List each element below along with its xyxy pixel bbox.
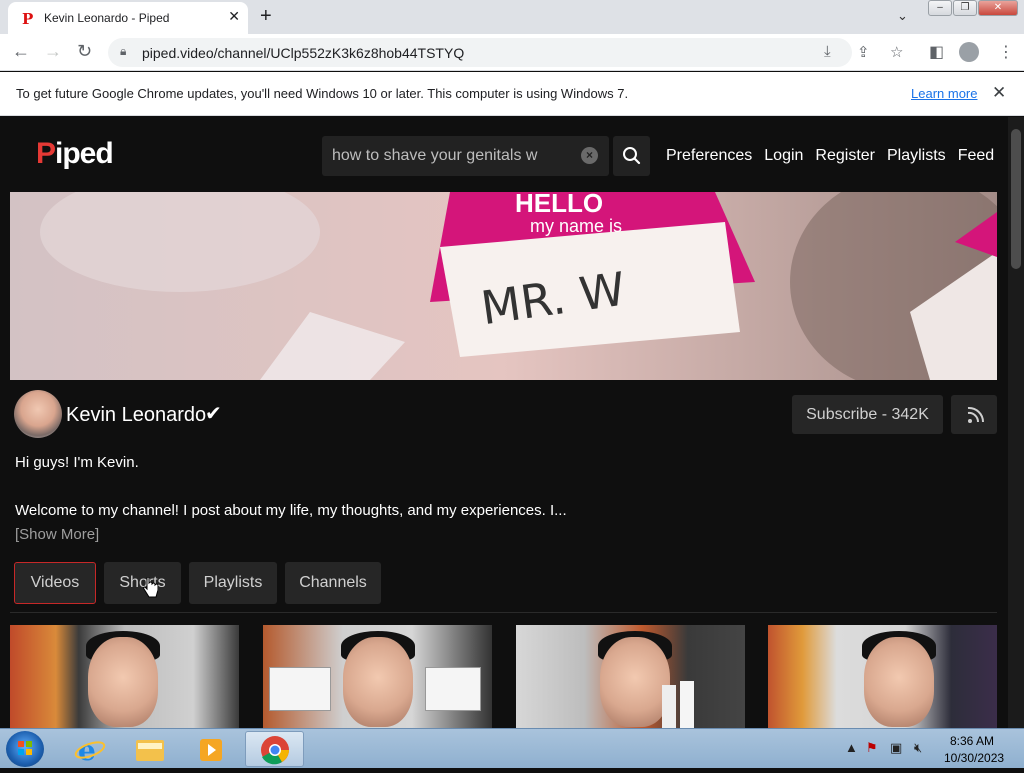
back-arrow-icon[interactable]: ←: [12, 41, 30, 62]
nav-login[interactable]: Login: [764, 147, 803, 165]
clock-date[interactable]: 10/30/2023: [944, 751, 1004, 765]
windows-logo-icon: [18, 741, 32, 755]
bookmark-star-icon[interactable]: ☆: [890, 43, 903, 61]
window-minimize-button[interactable]: –: [928, 0, 952, 16]
address-url[interactable]: piped.video/channel/UClp552zK3k6z8hob44T…: [142, 45, 464, 61]
lock-icon[interactable]: 🔒︎: [120, 44, 126, 59]
search-button[interactable]: [613, 136, 650, 176]
rss-icon: [967, 406, 985, 423]
infobar-message: To get future Google Chrome updates, you…: [16, 86, 629, 101]
search-clear-icon[interactable]: ×: [581, 147, 598, 164]
start-button[interactable]: [6, 731, 44, 767]
folder-icon: [136, 740, 164, 761]
nav-playlists[interactable]: Playlists: [887, 147, 946, 165]
top-nav: Preferences Login Register Playlists Fee…: [666, 147, 994, 165]
channel-avatar[interactable]: [14, 390, 62, 438]
banner-image: HELLO my name is MR. W: [10, 192, 997, 380]
taskbar-file-explorer[interactable]: [122, 731, 178, 767]
network-icon[interactable]: ▣: [890, 740, 902, 756]
infobar-close-icon[interactable]: ✕: [992, 83, 1006, 103]
nav-register[interactable]: Register: [815, 147, 875, 165]
action-center-flag-icon[interactable]: ⚑: [866, 740, 878, 756]
channel-banner: HELLO my name is MR. W: [10, 192, 997, 380]
video-thumbnail[interactable]: [768, 625, 997, 728]
mouse-cursor-hand-icon: [143, 577, 158, 598]
search-input[interactable]: [332, 136, 562, 176]
tabs-divider: [10, 612, 997, 613]
nav-feed[interactable]: Feed: [958, 147, 994, 165]
clock-time[interactable]: 8:36 AM: [950, 734, 994, 748]
nametag-hello: HELLO: [515, 192, 603, 218]
tab-title: Kevin Leonardo - Piped: [44, 11, 170, 25]
window-restore-button[interactable]: ❐: [953, 0, 977, 16]
profile-avatar-icon[interactable]: [959, 42, 979, 62]
browser-toolbar: ← → ↻ 🔒︎ piped.video/channel/UClp552zK3k…: [0, 34, 1024, 71]
video-thumbnail[interactable]: [516, 625, 745, 728]
new-tab-plus-icon[interactable]: +: [260, 5, 272, 28]
nametag-subtitle: my name is: [530, 216, 622, 236]
chrome-icon: [261, 736, 289, 765]
search-icon: [623, 147, 641, 165]
forward-arrow-icon[interactable]: →: [44, 41, 62, 62]
install-app-icon[interactable]: ⤓: [824, 43, 831, 60]
video-thumbnail[interactable]: [263, 625, 492, 728]
browser-tab[interactable]: P Kevin Leonardo - Piped ✕: [8, 2, 248, 34]
video-thumbnail[interactable]: [10, 625, 239, 728]
tab-search-chevron-icon[interactable]: ⌄: [897, 8, 908, 24]
logo-initial: P: [36, 137, 56, 170]
tab-close-icon[interactable]: ✕: [228, 8, 240, 25]
nav-preferences[interactable]: Preferences: [666, 147, 752, 165]
windows-taskbar: e ▲ ⚑ ▣ 🔇︎ 8:36 AM 10/30/2023: [0, 728, 1024, 768]
tab-channels[interactable]: Channels: [285, 562, 381, 604]
side-panel-icon[interactable]: ◧: [929, 42, 944, 62]
piped-logo[interactable]: Piped: [36, 137, 114, 171]
logo-text: iped: [55, 137, 114, 170]
tab-videos[interactable]: Videos: [14, 562, 96, 604]
update-infobar: To get future Google Chrome updates, you…: [0, 72, 1024, 116]
scrollbar-thumb[interactable]: [1011, 129, 1021, 269]
description-line-1: Hi guys! I'm Kevin.: [15, 454, 139, 471]
rss-feed-button[interactable]: [951, 395, 997, 434]
chrome-menu-icon[interactable]: ⋮: [998, 42, 1014, 62]
search-box: ×: [322, 136, 609, 176]
reload-icon[interactable]: ↻: [77, 41, 92, 62]
learn-more-link[interactable]: Learn more: [911, 86, 977, 101]
browser-tab-strip: P Kevin Leonardo - Piped ✕ + ⌄ – ❐ ✕: [0, 0, 1024, 34]
verified-check-icon: ✔: [205, 403, 222, 425]
page-scrollbar[interactable]: [1008, 117, 1024, 728]
share-icon[interactable]: ⇪: [857, 43, 870, 61]
piped-page: Piped × Preferences Login Register Playl…: [0, 117, 1008, 728]
taskbar-media-player[interactable]: [183, 731, 239, 767]
tab-playlists[interactable]: Playlists: [189, 562, 277, 604]
tray-overflow-icon[interactable]: ▲: [845, 740, 858, 755]
subscribe-button[interactable]: Subscribe - 342K: [792, 395, 943, 434]
channel-name: Kevin Leonardo: [66, 404, 207, 426]
show-more-link[interactable]: [Show More]: [15, 526, 99, 543]
taskbar-chrome[interactable]: [245, 731, 304, 767]
svg-text:e: e: [78, 734, 96, 767]
window-close-button[interactable]: ✕: [978, 0, 1018, 16]
description-line-2: Welcome to my channel! I post about my l…: [15, 502, 567, 519]
volume-muted-icon[interactable]: 🔇︎: [914, 740, 922, 756]
internet-explorer-icon: e: [74, 734, 106, 767]
media-player-icon: [200, 739, 222, 761]
piped-favicon-icon: P: [22, 10, 34, 28]
address-bar[interactable]: 🔒︎ piped.video/channel/UClp552zK3k6z8hob…: [108, 38, 903, 67]
taskbar-internet-explorer[interactable]: e: [62, 731, 118, 767]
